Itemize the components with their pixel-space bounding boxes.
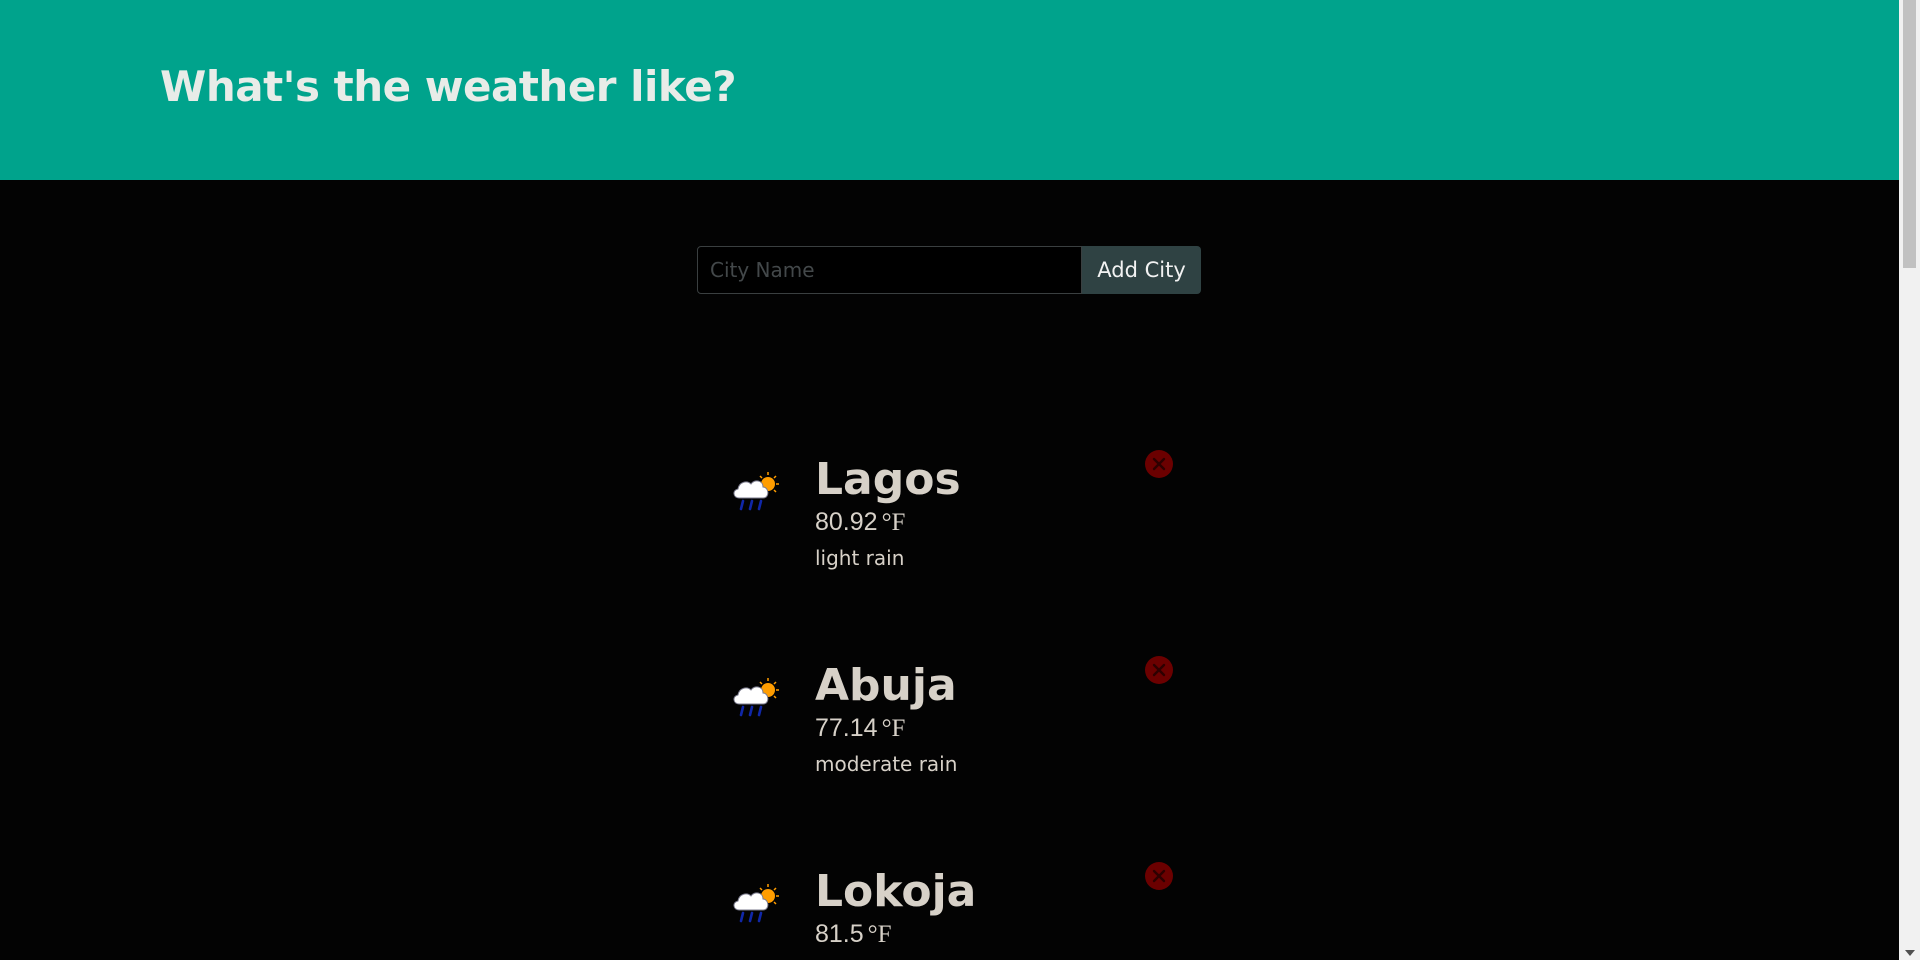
city-name: Abuja bbox=[815, 660, 957, 711]
city-card: Abuja 77.14 °F moderate rain bbox=[720, 654, 1180, 794]
temperature-value: 80.92 bbox=[815, 508, 878, 536]
city-card: Lokoja 81.5 °F bbox=[720, 860, 1180, 960]
weather-app: What's the weather like? Add City bbox=[0, 0, 1920, 960]
add-city-form: Add City bbox=[697, 246, 1201, 294]
hero-header: What's the weather like? bbox=[0, 0, 1899, 180]
temperature-unit: °F bbox=[867, 921, 892, 948]
close-icon bbox=[1152, 457, 1166, 471]
temperature-unit: °F bbox=[881, 715, 906, 742]
close-icon bbox=[1152, 869, 1166, 883]
city-name-input[interactable] bbox=[697, 246, 1082, 294]
temperature-value: 81.5 bbox=[815, 920, 864, 948]
city-name: Lokoja bbox=[815, 866, 977, 917]
weather-description: light rain bbox=[815, 546, 905, 570]
delete-city-button[interactable] bbox=[1145, 450, 1173, 478]
weather-description: moderate rain bbox=[815, 752, 958, 776]
delete-city-button[interactable] bbox=[1145, 656, 1173, 684]
page-title: What's the weather like? bbox=[160, 62, 737, 111]
scrollbar-thumb[interactable] bbox=[1903, 0, 1916, 268]
city-name: Lagos bbox=[815, 454, 961, 505]
rain-cloud-sun-icon bbox=[730, 882, 780, 926]
city-temperature: 81.5 °F bbox=[815, 920, 892, 949]
scroll-down-arrow-icon[interactable] bbox=[1905, 950, 1915, 956]
city-temperature: 77.14 °F bbox=[815, 714, 905, 743]
temperature-value: 77.14 bbox=[815, 714, 878, 742]
rain-cloud-sun-icon bbox=[730, 470, 780, 514]
city-card: Lagos 80.92 °F light rain bbox=[720, 448, 1180, 588]
vertical-scrollbar[interactable] bbox=[1899, 0, 1920, 960]
close-icon bbox=[1152, 663, 1166, 677]
city-temperature: 80.92 °F bbox=[815, 508, 905, 537]
delete-city-button[interactable] bbox=[1145, 862, 1173, 890]
add-city-button[interactable]: Add City bbox=[1082, 246, 1201, 294]
rain-cloud-sun-icon bbox=[730, 676, 780, 720]
main-content: Add City bbox=[0, 180, 1899, 960]
temperature-unit: °F bbox=[881, 509, 906, 536]
